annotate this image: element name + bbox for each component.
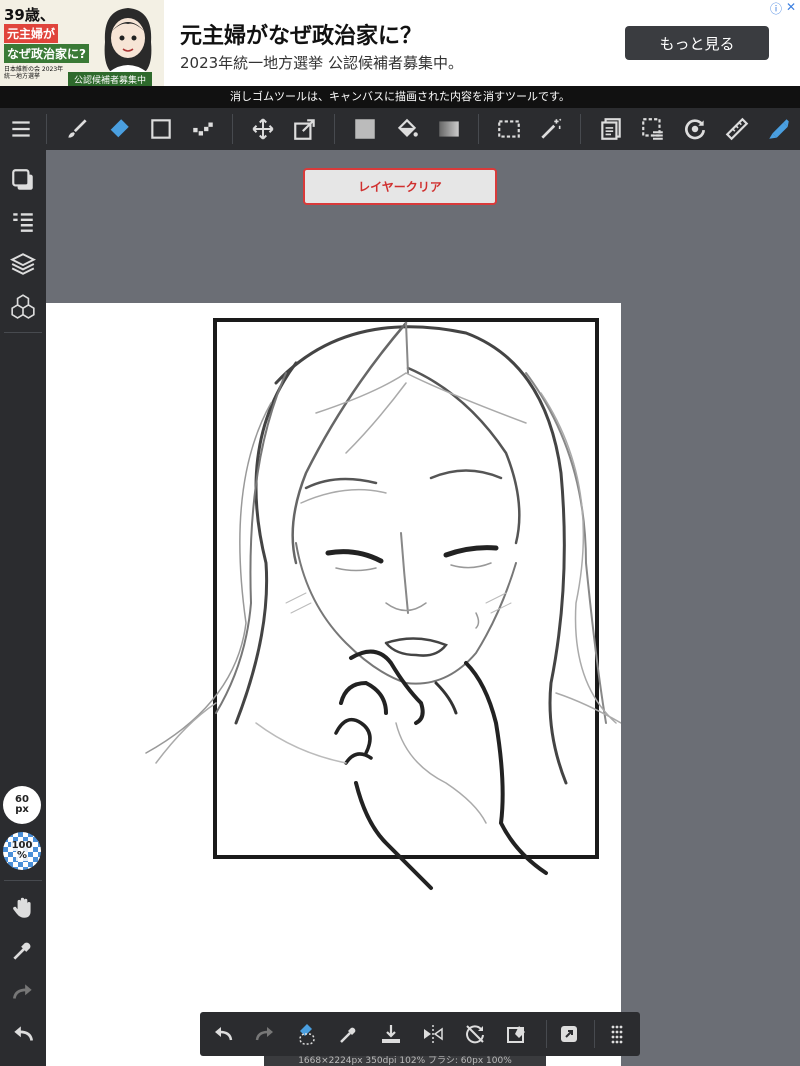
- undo-icon[interactable]: [202, 1012, 244, 1056]
- rectangle-icon[interactable]: [140, 108, 182, 150]
- layer-list-icon[interactable]: [0, 202, 46, 242]
- sketch-artwork: [145, 318, 621, 890]
- fill-color-icon[interactable]: [344, 108, 386, 150]
- hand-icon[interactable]: [0, 888, 46, 928]
- select-rect-icon[interactable]: [488, 108, 530, 150]
- eraser-select-icon[interactable]: [286, 1012, 328, 1056]
- export-icon[interactable]: [370, 1012, 412, 1056]
- materials-icon[interactable]: [0, 286, 46, 326]
- ad-banner[interactable]: 39歳、 元主婦が なぜ政治家に? 日本維新の会 2023年統一地方選挙 公認候…: [0, 0, 800, 86]
- bucket-icon[interactable]: [386, 108, 428, 150]
- ad-illustration: [104, 8, 152, 72]
- sidebar-divider: [4, 332, 42, 333]
- top-toolbar: [0, 108, 800, 150]
- select-layer-icon[interactable]: [632, 108, 674, 150]
- reset-rotation-icon[interactable]: [454, 1012, 496, 1056]
- canvas-status-text: 1668×2224px 350dpi 102% ブラシ: 60px 100%: [264, 1056, 546, 1066]
- flip-horizontal-icon[interactable]: [412, 1012, 454, 1056]
- bottom-divider: [546, 1020, 547, 1048]
- brush-size-unit: px: [15, 804, 29, 815]
- sidebar-divider: [4, 880, 42, 881]
- ruler-icon[interactable]: [716, 108, 758, 150]
- clear-icon[interactable]: [496, 1012, 538, 1056]
- eraser-icon[interactable]: [98, 108, 140, 150]
- opacity-unit: %: [15, 850, 29, 861]
- ad-thumbnail[interactable]: 39歳、 元主婦が なぜ政治家に? 日本維新の会 2023年統一地方選挙 公認候…: [0, 0, 164, 86]
- gradient-icon[interactable]: [428, 108, 470, 150]
- ad-headline-2: なぜ政治家に?: [4, 44, 89, 63]
- eyedropper-icon[interactable]: [0, 930, 46, 970]
- share-icon[interactable]: [548, 1012, 590, 1056]
- bottom-toolbar: [200, 1012, 640, 1056]
- transform-icon[interactable]: [284, 108, 326, 150]
- ad-age-text: 39歳、: [4, 6, 55, 24]
- redo-icon[interactable]: [0, 972, 46, 1012]
- toolbar-divider: [334, 114, 335, 144]
- left-sidebar: 60 px 100 %: [0, 150, 46, 1066]
- undo-icon[interactable]: [0, 1014, 46, 1054]
- ad-close-icon[interactable]: ✕: [786, 0, 796, 14]
- ad-more-button[interactable]: もっと見る: [625, 26, 769, 60]
- ad-badge: 公認候補者募集中: [68, 72, 153, 86]
- menu-icon[interactable]: [0, 108, 42, 150]
- toolbar-divider: [478, 114, 479, 144]
- ad-org-text: 日本維新の会 2023年統一地方選挙: [4, 66, 64, 80]
- ad-subtitle: 2023年統一地方選挙 公認候補者募集中。: [180, 54, 463, 72]
- redo-icon[interactable]: [244, 1012, 286, 1056]
- magic-wand-icon[interactable]: [530, 108, 572, 150]
- layers-icon[interactable]: [0, 244, 46, 284]
- toolbar-divider: [232, 114, 233, 144]
- brush-size-control[interactable]: 60 px: [3, 786, 41, 824]
- brush-icon[interactable]: [56, 108, 98, 150]
- tool-hint-bar: 消しゴムツールは、キャンバスに描画された内容を消すツールです。: [0, 86, 800, 108]
- color-swatch-icon[interactable]: [0, 160, 46, 200]
- ad-title: 元主婦がなぜ政治家に？: [180, 24, 423, 49]
- eyedropper-icon[interactable]: [328, 1012, 370, 1056]
- copy-layer-icon[interactable]: [590, 108, 632, 150]
- ad-headline-1: 元主婦が: [4, 24, 59, 43]
- toolbar-divider: [580, 114, 581, 144]
- drawing-canvas[interactable]: [46, 303, 621, 1066]
- rotate-icon[interactable]: [674, 108, 716, 150]
- bottom-divider: [594, 1020, 595, 1048]
- grid-menu-icon[interactable]: [596, 1012, 638, 1056]
- brush-opacity-control[interactable]: 100 %: [3, 832, 41, 870]
- clear-layer-button[interactable]: レイヤークリア: [303, 168, 497, 205]
- move-icon[interactable]: [242, 108, 284, 150]
- toolbar-divider: [46, 114, 47, 144]
- ad-info-icon[interactable]: ⓘ: [770, 0, 782, 17]
- pen-icon[interactable]: [758, 108, 800, 150]
- dot-icon[interactable]: [182, 108, 224, 150]
